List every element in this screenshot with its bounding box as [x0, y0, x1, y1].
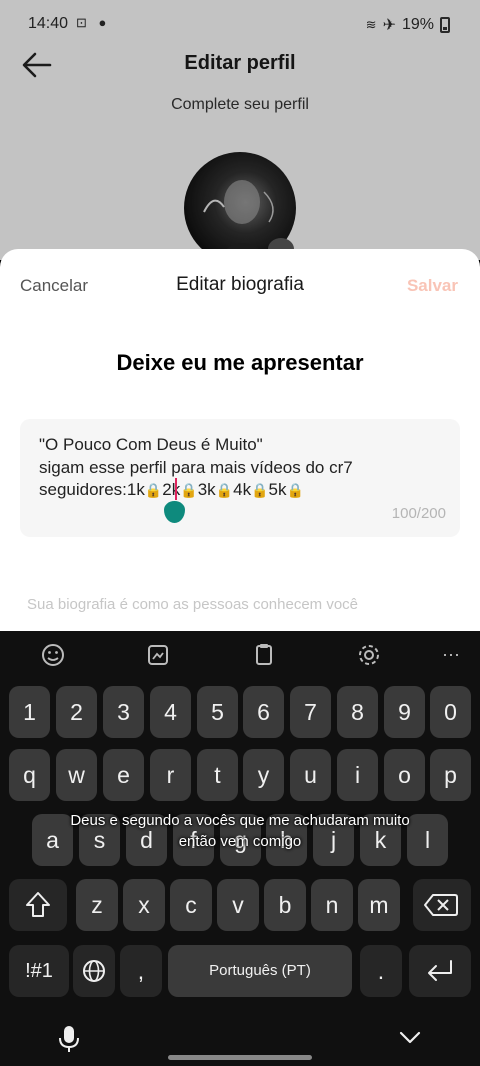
key-a[interactable]: a	[32, 814, 73, 866]
lock-icon: 🔒	[251, 482, 269, 498]
home-indicator[interactable]	[168, 1055, 312, 1060]
chevron-down-icon[interactable]	[398, 1030, 422, 1046]
key-f[interactable]: f	[173, 814, 214, 866]
key-g[interactable]: g	[220, 814, 261, 866]
keyboard: ⋯ 1 2 3 4 5 6 7 8 9 0 q w e r t y u i o …	[0, 631, 480, 1066]
key-6[interactable]: 6	[243, 686, 284, 738]
text-cursor	[175, 478, 177, 500]
lock-icon: 🔒	[180, 482, 198, 498]
period-key[interactable]: .	[360, 945, 402, 997]
language-key[interactable]	[73, 945, 115, 997]
key-w[interactable]: w	[56, 749, 97, 801]
key-0[interactable]: 0	[430, 686, 471, 738]
sticker-icon[interactable]	[142, 640, 174, 670]
edit-bio-sheet: Cancelar Editar biografia Salvar Deixe e…	[0, 249, 480, 631]
navigation-bar	[0, 1010, 480, 1066]
key-4[interactable]: 4	[150, 686, 191, 738]
char-counter: 100/200	[391, 505, 446, 522]
key-c[interactable]: c	[170, 879, 212, 931]
bio-followers-label: seguidores:	[39, 480, 127, 499]
enter-icon	[428, 960, 452, 981]
key-8[interactable]: 8	[337, 686, 378, 738]
save-button[interactable]: Salvar	[407, 276, 458, 296]
bio-line-2: sigam esse perfil para mais vídeos do cr…	[39, 458, 353, 477]
key-k[interactable]: k	[360, 814, 401, 866]
symbols-key[interactable]: !#1	[9, 945, 69, 997]
key-u[interactable]: u	[290, 749, 331, 801]
key-y[interactable]: y	[243, 749, 284, 801]
key-m[interactable]: m	[358, 879, 400, 931]
key-q[interactable]: q	[9, 749, 50, 801]
key-d[interactable]: d	[126, 814, 167, 866]
shift-key[interactable]	[9, 879, 67, 931]
clipboard-icon[interactable]	[248, 640, 280, 670]
lock-icon: 🔒	[286, 482, 304, 498]
emoji-icon[interactable]	[37, 640, 69, 670]
milestone-1: 1k	[126, 480, 145, 499]
enter-key[interactable]	[409, 945, 471, 997]
dim-overlay	[0, 0, 480, 260]
keyboard-toolbar: ⋯	[0, 631, 480, 679]
backspace-icon	[424, 894, 458, 916]
space-key[interactable]: Português (PT)	[168, 945, 352, 997]
key-n[interactable]: n	[311, 879, 353, 931]
globe-icon	[83, 960, 105, 982]
milestone-4: 4k	[233, 480, 252, 499]
milestone-2: 2k	[162, 480, 181, 499]
key-v[interactable]: v	[217, 879, 259, 931]
bio-hint-text: Sua biografia é como as pessoas conhecem…	[27, 596, 359, 613]
key-r[interactable]: r	[150, 749, 191, 801]
shift-arrow-icon	[26, 892, 50, 917]
key-b[interactable]: b	[264, 879, 306, 931]
key-9[interactable]: 9	[384, 686, 425, 738]
key-5[interactable]: 5	[197, 686, 238, 738]
lock-icon: 🔒	[215, 482, 234, 498]
key-o[interactable]: o	[384, 749, 425, 801]
key-i[interactable]: i	[337, 749, 378, 801]
comma-key[interactable]: ,	[120, 945, 162, 997]
milestone-5: 5k	[268, 480, 287, 499]
key-3[interactable]: 3	[103, 686, 144, 738]
key-2[interactable]: 2	[56, 686, 97, 738]
settings-gear-icon[interactable]	[353, 640, 385, 670]
bio-line-1: "O Pouco Com Deus é Muito"	[39, 435, 263, 454]
key-h[interactable]: h	[266, 814, 307, 866]
key-7[interactable]: 7	[290, 686, 331, 738]
key-s[interactable]: s	[79, 814, 120, 866]
key-j[interactable]: j	[313, 814, 354, 866]
key-e[interactable]: e	[103, 749, 144, 801]
sheet-headline: Deixe eu me apresentar	[116, 350, 364, 375]
key-p[interactable]: p	[430, 749, 471, 801]
more-options-icon[interactable]: ⋯	[435, 640, 467, 670]
key-1[interactable]: 1	[9, 686, 50, 738]
microphone-icon[interactable]	[58, 1024, 80, 1054]
milestone-3: 3k	[197, 480, 216, 499]
bio-textarea[interactable]: "O Pouco Com Deus é Muito" sigam esse pe…	[20, 419, 460, 537]
key-z[interactable]: z	[76, 879, 118, 931]
profile-edit-page: 14:40 ⊡ ● ≋ ✈ 19% Editar perfil Complete…	[0, 0, 480, 264]
key-t[interactable]: t	[197, 749, 238, 801]
key-l[interactable]: l	[407, 814, 448, 866]
lock-icon: 🔒	[144, 482, 163, 498]
bio-line-3: seguidores:1k🔒2k🔒3k🔒4k🔒5k🔒	[39, 480, 304, 500]
key-x[interactable]: x	[123, 879, 165, 931]
backspace-key[interactable]	[413, 879, 471, 931]
